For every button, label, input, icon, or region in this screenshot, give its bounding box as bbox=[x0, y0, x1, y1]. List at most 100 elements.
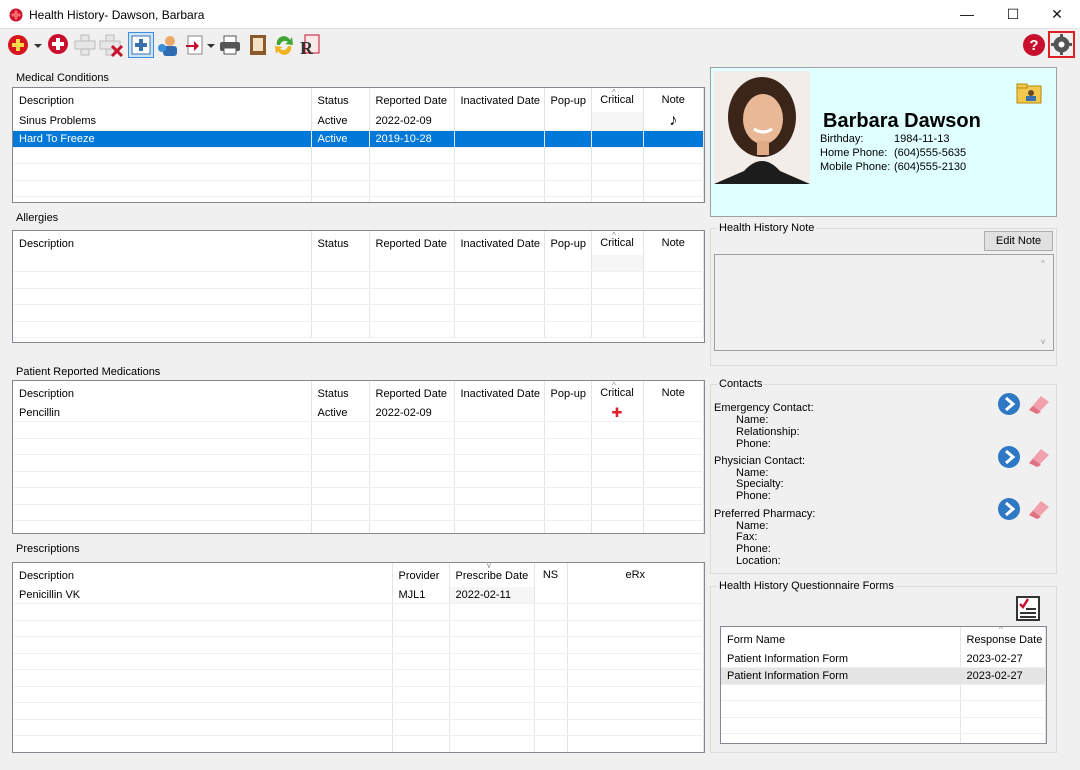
add-allergy-icon[interactable] bbox=[44, 32, 70, 58]
home-phone-value: (604)555-5635 bbox=[894, 147, 967, 159]
empty-row bbox=[13, 147, 704, 164]
column-header[interactable]: Inactivated Date bbox=[454, 88, 545, 112]
column-header[interactable]: Description bbox=[13, 563, 393, 587]
cell: Hard To Freeze bbox=[13, 130, 312, 148]
delete-icon[interactable] bbox=[98, 32, 124, 58]
column-header[interactable]: Critical bbox=[591, 88, 644, 112]
column-header[interactable]: Description bbox=[13, 381, 312, 405]
column-header[interactable]: Status bbox=[311, 88, 370, 112]
empty-row bbox=[13, 719, 704, 736]
pharmacy-go-button[interactable] bbox=[997, 497, 1021, 524]
column-header[interactable]: Reported Date bbox=[369, 88, 455, 112]
medical-conditions-grid[interactable]: Description Status Reported Date Inactiv… bbox=[12, 87, 705, 203]
chevron-down-icon[interactable] bbox=[206, 32, 216, 58]
table-row[interactable]: Patient Information Form 2023-02-27 bbox=[721, 651, 1046, 668]
scrollbar[interactable]: ^ v bbox=[1037, 255, 1053, 350]
column-header[interactable]: Reported Date bbox=[369, 381, 455, 405]
checklist-icon bbox=[1016, 596, 1040, 621]
column-header[interactable]: Critical bbox=[591, 381, 644, 405]
patient-icon[interactable] bbox=[155, 32, 181, 58]
physician-clear-button[interactable] bbox=[1025, 445, 1051, 472]
folder-icon[interactable] bbox=[1015, 81, 1043, 105]
column-header[interactable]: Form Name bbox=[721, 627, 961, 651]
help-icon[interactable]: ? bbox=[1021, 32, 1047, 58]
svg-text:R: R bbox=[300, 38, 314, 58]
eraser-icon bbox=[1029, 449, 1049, 467]
column-header[interactable]: Inactivated Date bbox=[454, 381, 545, 405]
report-icon[interactable] bbox=[245, 32, 271, 58]
cell bbox=[544, 405, 592, 422]
allergies-grid[interactable]: Description Status Reported Date Inactiv… bbox=[12, 230, 705, 343]
column-header[interactable]: Description bbox=[13, 231, 312, 255]
empty-row bbox=[13, 438, 704, 455]
chevron-down-icon[interactable] bbox=[33, 32, 43, 58]
sort-caret-icon: ^ bbox=[612, 231, 616, 240]
title-bar: Health History- Dawson, Barbara — ☐ ✕ bbox=[0, 0, 1080, 29]
physician-go-button[interactable] bbox=[997, 445, 1021, 472]
cell: 2022-02-09 bbox=[369, 405, 455, 422]
cell: Active bbox=[311, 112, 370, 131]
pharmacy-clear-button[interactable] bbox=[1025, 497, 1051, 524]
column-header[interactable]: Critical bbox=[591, 231, 644, 255]
column-header[interactable]: Provider bbox=[392, 563, 450, 587]
empty-row bbox=[13, 636, 704, 654]
column-header[interactable]: Note bbox=[643, 381, 704, 405]
close-button[interactable]: ✕ bbox=[1034, 0, 1080, 29]
empty-row bbox=[13, 620, 704, 637]
note-icon[interactable]: ♪ bbox=[643, 112, 704, 131]
new-form-button[interactable] bbox=[1014, 594, 1042, 622]
empty-row bbox=[13, 603, 704, 621]
medications-grid[interactable]: Description Status Reported Date Inactiv… bbox=[12, 380, 705, 534]
grid-header: Description Provider Prescribe Date NS e… bbox=[13, 563, 704, 587]
mobile-phone-label: Mobile Phone: bbox=[820, 161, 891, 173]
grid-header: Form Name Response Date bbox=[721, 627, 1046, 651]
column-header[interactable]: Status bbox=[311, 381, 370, 405]
refresh-icon[interactable] bbox=[271, 32, 297, 58]
column-header[interactable]: Note bbox=[643, 88, 704, 112]
table-row[interactable]: Patient Information Form 2023-02-27 bbox=[721, 667, 1046, 685]
edit-note-button[interactable]: Edit Note bbox=[984, 231, 1053, 251]
column-header[interactable]: Pop-up bbox=[544, 381, 592, 405]
home-phone-label: Home Phone: bbox=[820, 147, 888, 159]
table-row[interactable]: Penicillin VK MJL1 2022-02-11 bbox=[13, 587, 704, 604]
add-medication-icon[interactable] bbox=[72, 32, 98, 58]
cell: 2023-02-27 bbox=[960, 667, 1046, 685]
column-header[interactable]: Prescribe Date bbox=[449, 563, 535, 587]
cell: 2022-02-11 bbox=[449, 587, 535, 604]
emergency-name-label: Name: bbox=[736, 414, 769, 426]
prescription-icon[interactable]: R bbox=[297, 32, 323, 58]
health-note-textarea[interactable]: ^ v bbox=[714, 254, 1054, 351]
emergency-clear-button[interactable] bbox=[1025, 392, 1051, 419]
column-header[interactable]: Pop-up bbox=[544, 88, 592, 112]
empty-row bbox=[721, 717, 1046, 734]
print-icon[interactable] bbox=[217, 32, 243, 58]
arrow-right-icon bbox=[998, 393, 1020, 415]
minimize-button[interactable]: — bbox=[944, 0, 990, 29]
add-condition-icon[interactable] bbox=[6, 32, 32, 58]
column-header[interactable]: Reported Date bbox=[369, 231, 455, 255]
questionnaire-grid[interactable]: Form Name Response Date Patient Informat… bbox=[720, 626, 1047, 744]
settings-button[interactable] bbox=[1048, 31, 1075, 58]
emergency-go-button[interactable] bbox=[997, 392, 1021, 419]
cell: 2023-02-27 bbox=[960, 651, 1046, 668]
table-row[interactable]: Pencillin Active 2022-02-09 ✚ bbox=[13, 405, 704, 422]
cell bbox=[643, 405, 704, 422]
pharmacy-fax-label: Fax: bbox=[736, 531, 758, 543]
column-header[interactable]: Pop-up bbox=[544, 231, 592, 255]
empty-row bbox=[13, 735, 704, 752]
column-header[interactable]: eRx bbox=[567, 563, 704, 587]
column-header[interactable]: Status bbox=[311, 231, 370, 255]
cell: 2019-10-28 bbox=[369, 130, 455, 148]
eraser-icon bbox=[1029, 501, 1049, 519]
grid-header: Description Status Reported Date Inactiv… bbox=[13, 231, 704, 255]
table-row[interactable]: Sinus Problems Active 2022-02-09 ♪ bbox=[13, 112, 704, 131]
maximize-button[interactable]: ☐ bbox=[990, 0, 1036, 29]
empty-row bbox=[13, 520, 704, 533]
prescriptions-grid[interactable]: Description Provider Prescribe Date NS e… bbox=[12, 562, 705, 753]
health-history-icon[interactable] bbox=[128, 32, 154, 58]
column-header[interactable]: Description bbox=[13, 88, 312, 112]
column-header[interactable]: Inactivated Date bbox=[454, 231, 545, 255]
table-row[interactable]: Hard To Freeze Active 2019-10-28 bbox=[13, 130, 704, 148]
column-header[interactable]: NS bbox=[534, 563, 568, 587]
column-header[interactable]: Note bbox=[643, 231, 704, 255]
